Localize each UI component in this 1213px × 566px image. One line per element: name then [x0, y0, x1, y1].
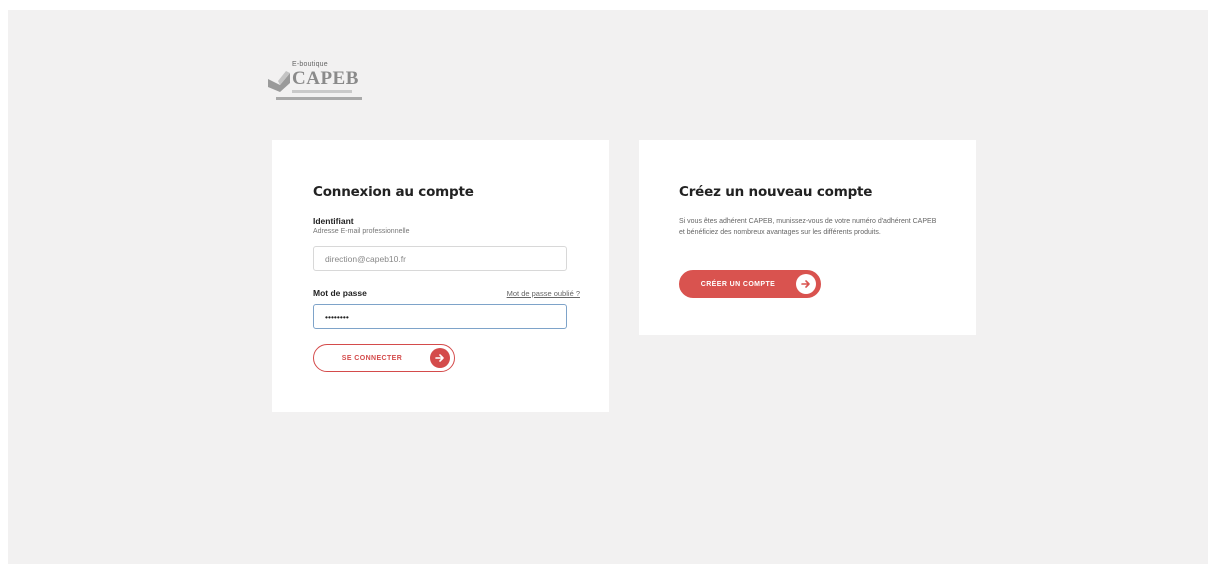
login-card: Connexion au compte Identifiant Adresse …: [272, 140, 609, 412]
login-title: Connexion au compte: [313, 184, 474, 200]
logo-underline: [276, 97, 362, 100]
capeb-logo[interactable]: E-boutique CAPEB: [266, 57, 366, 105]
create-account-button[interactable]: CRÉER UN COMPTE: [679, 270, 821, 298]
logo-tagline: [292, 90, 352, 93]
page-background: E-boutique CAPEB Connexion au compte Ide…: [8, 10, 1208, 564]
login-button[interactable]: SE CONNECTER: [313, 344, 455, 372]
identifier-input[interactable]: [313, 246, 567, 271]
create-account-title: Créez un nouveau compte: [679, 184, 873, 200]
capeb-logo-mark-icon: [268, 71, 290, 92]
create-account-description: Si vous êtes adhérent CAPEB, munissez-vo…: [679, 218, 937, 236]
logo-brand-text: CAPEB: [292, 68, 359, 89]
login-button-label: SE CONNECTER: [341, 354, 403, 362]
create-account-button-label: CRÉER UN COMPTE: [700, 280, 776, 288]
arrow-right-icon: [430, 348, 450, 368]
password-input[interactable]: [313, 304, 567, 329]
forgot-password-link[interactable]: Mot de passe oublié ?: [507, 289, 580, 298]
identifier-label: Identifiant: [313, 216, 354, 226]
password-label: Mot de passe: [313, 288, 367, 298]
create-account-card: Créez un nouveau compte Si vous êtes adh…: [639, 140, 976, 335]
arrow-right-icon: [796, 274, 816, 294]
logo-top-text: E-boutique: [292, 61, 328, 68]
identifier-hint: Adresse E-mail professionnelle: [313, 228, 410, 235]
